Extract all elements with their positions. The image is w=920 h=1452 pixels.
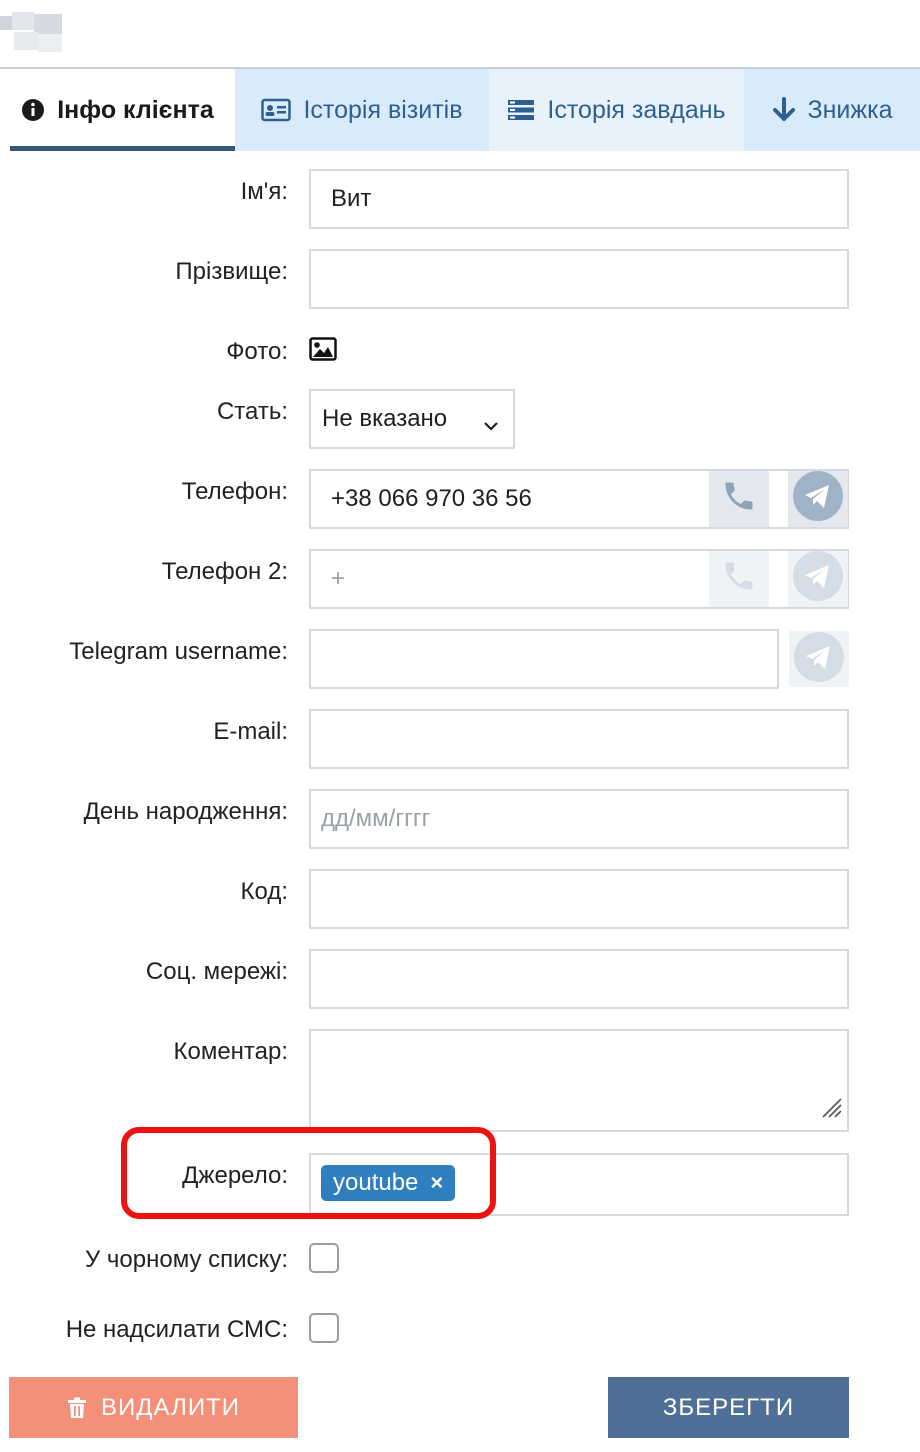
id-card-icon [261,98,292,122]
call-button-2[interactable] [709,551,769,607]
tab-task-history[interactable]: Історія завдань [489,69,744,151]
surname-label: Прізвище: [175,258,288,285]
tab-label: Знижка [807,95,893,124]
birthday-input[interactable]: дд/мм/гггг [309,789,849,849]
tasks-list-icon [507,98,535,122]
image-icon[interactable] [309,337,337,366]
photo-label: Фото: [226,338,288,365]
code-input[interactable] [309,869,849,929]
phone-icon [721,478,757,521]
telegram-button-2[interactable] [788,550,848,608]
telegram-button[interactable] [788,470,848,528]
phone-value: +38 066 970 36 56 [331,485,532,512]
gender-select[interactable]: Не вказано [309,389,515,449]
phone-input[interactable]: +38 066 970 36 56 [309,469,849,529]
tab-label: Інфо клієнта [57,95,214,124]
email-label: E-mail: [213,718,288,745]
code-label: Код: [240,878,288,905]
name-label: Ім'я: [240,178,288,205]
comment-label: Коментар: [173,1038,288,1065]
surname-input[interactable] [309,249,849,309]
arrow-down-icon [772,97,796,123]
comment-textarea[interactable] [309,1029,849,1132]
delete-button-label: ВИДАЛИТИ [101,1393,240,1421]
no-sms-checkbox[interactable] [309,1313,339,1343]
telegram-icon [793,470,843,528]
blacklist-checkbox[interactable] [309,1243,339,1273]
name-input[interactable]: Вит [309,169,849,229]
save-button[interactable]: ЗБЕРЕГТИ [608,1377,849,1438]
trash-icon [67,1397,87,1419]
tab-label: Історія візитів [303,95,463,124]
call-button[interactable] [709,471,769,527]
no-sms-label: Не надсилати СМС: [65,1316,288,1343]
social-label: Соц. мережі: [145,958,288,985]
gender-select-value: Не вказано [322,405,448,432]
telegram-icon [793,550,843,608]
email-input[interactable] [309,709,849,769]
tab-client-info[interactable]: Інфо клієнта [0,69,235,151]
blacklist-label: У чорному списку: [85,1246,288,1273]
tab-label: Історія завдань [547,95,726,124]
telegram-username-input[interactable] [309,629,779,689]
tab-discount[interactable]: Знижка [744,69,920,151]
app-logo [0,12,64,54]
social-input[interactable] [309,949,849,1009]
phone2-input[interactable]: + [309,549,849,609]
phone2-label: Телефон 2: [161,558,288,585]
tab-bar: Інфо клієнта Історія візитів Історія зав… [0,69,920,151]
telegram-username-label: Telegram username: [69,638,288,665]
delete-button[interactable]: ВИДАЛИТИ [9,1377,298,1438]
chevron-down-icon [483,411,499,439]
gender-label: Стать: [216,398,288,425]
phone2-placeholder: + [331,565,346,592]
info-circle-icon [21,98,45,122]
resize-handle-icon[interactable] [819,1095,843,1126]
telegram-username-button[interactable] [789,631,849,687]
tab-visit-history[interactable]: Історія візитів [235,69,489,151]
telegram-icon [794,631,844,687]
birthday-label: День народження: [83,798,288,825]
highlight-box [121,1127,496,1219]
phone-icon [721,558,757,601]
phone-label: Телефон: [181,478,288,505]
save-button-label: ЗБЕРЕГТИ [662,1393,795,1421]
